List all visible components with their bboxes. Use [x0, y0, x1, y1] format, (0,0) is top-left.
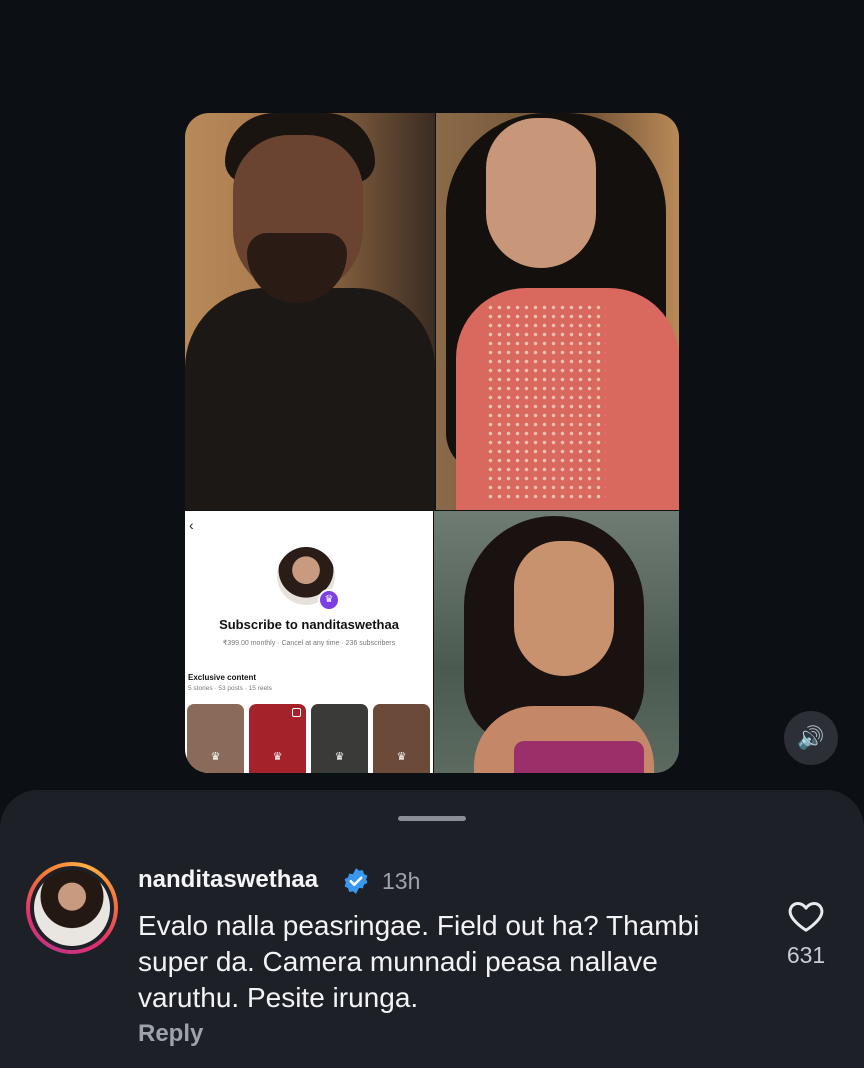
crown-icon: ♛	[210, 751, 221, 763]
multi-post-icon	[292, 708, 301, 717]
like-count: 631	[786, 942, 826, 968]
subscribe-meta: ₹399.00 monthly · Cancel at any time · 2…	[222, 640, 396, 647]
avatar-image	[34, 870, 110, 946]
comment-username[interactable]: nanditaswethaa	[138, 866, 318, 894]
speaker-icon[interactable]: 🔊	[784, 711, 838, 765]
exclusive-heading: Exclusive content	[188, 673, 257, 682]
exclusive-thumb: ♛	[373, 704, 430, 773]
sheet-drag-handle[interactable]	[398, 816, 466, 821]
image-woman	[436, 113, 679, 510]
crown-icon: ♛	[334, 751, 345, 763]
comment-timestamp: 13h	[382, 868, 421, 894]
image-man	[185, 113, 435, 510]
exclusive-counts: 5 stories · 53 posts · 15 reels	[188, 685, 272, 692]
avatar[interactable]	[26, 862, 118, 954]
image-actress	[434, 511, 679, 773]
crown-icon: ♛	[272, 751, 283, 763]
exclusive-thumbnails: ♛ ♛ ♛ ♛	[187, 704, 431, 773]
crown-icon: ♛	[396, 751, 407, 763]
verified-badge-icon	[344, 868, 368, 894]
post-media[interactable]: ‹ ♛ Subscribe to nanditaswethaa ₹399.00 …	[185, 113, 679, 773]
exclusive-thumb: ♛	[311, 704, 368, 773]
heart-icon[interactable]	[786, 896, 826, 936]
exclusive-thumb: ♛	[249, 704, 306, 773]
comment-sheet: nanditaswethaa 13h Evalo nalla peasringa…	[0, 790, 864, 1068]
subscribe-screenshot: ‹ ♛ Subscribe to nanditaswethaa ₹399.00 …	[185, 511, 433, 773]
comment-text: Evalo nalla peasringae. Field out ha? Th…	[138, 910, 700, 1013]
reply-button[interactable]: Reply	[138, 1020, 203, 1048]
crown-icon: ♛	[318, 589, 340, 611]
chevron-left-icon: ‹	[189, 517, 194, 533]
subscribe-title: Subscribe to nanditaswethaa	[219, 617, 399, 632]
exclusive-thumb: ♛	[187, 704, 244, 773]
